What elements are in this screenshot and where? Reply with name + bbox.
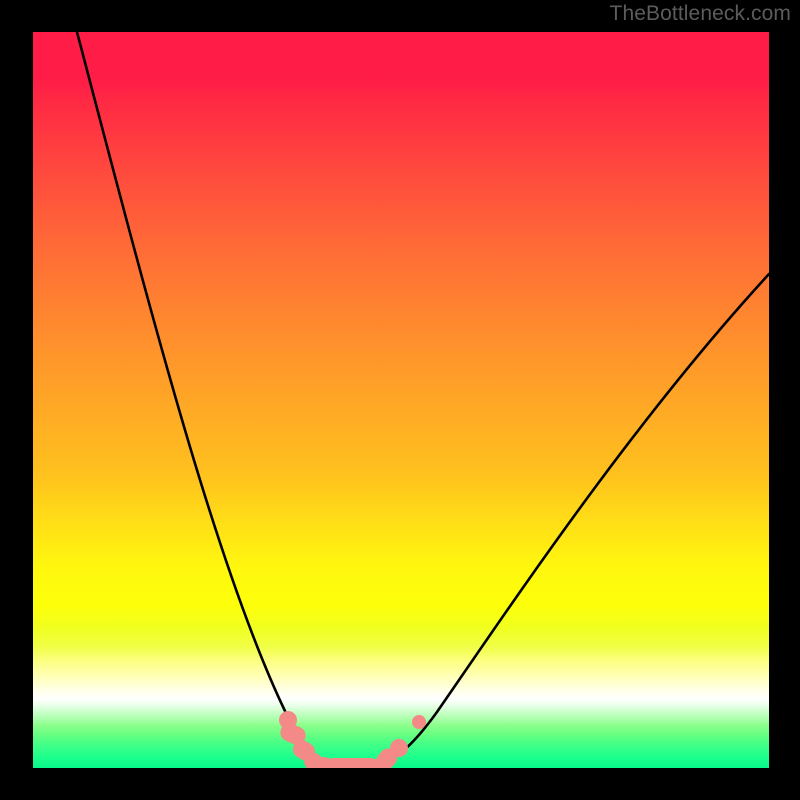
marker-dot-8 <box>390 739 408 757</box>
chart-frame: TheBottleneck.com <box>0 0 800 800</box>
curve-right-curve <box>371 274 769 765</box>
marker-dot-9 <box>412 715 426 729</box>
curve-group <box>77 32 769 765</box>
chart-svg <box>33 32 769 768</box>
watermark-text: TheBottleneck.com <box>610 2 791 26</box>
marker-group <box>277 711 426 768</box>
curve-left-curve <box>77 32 341 765</box>
marker-segment-5 <box>324 758 379 768</box>
plot-area <box>33 32 769 768</box>
